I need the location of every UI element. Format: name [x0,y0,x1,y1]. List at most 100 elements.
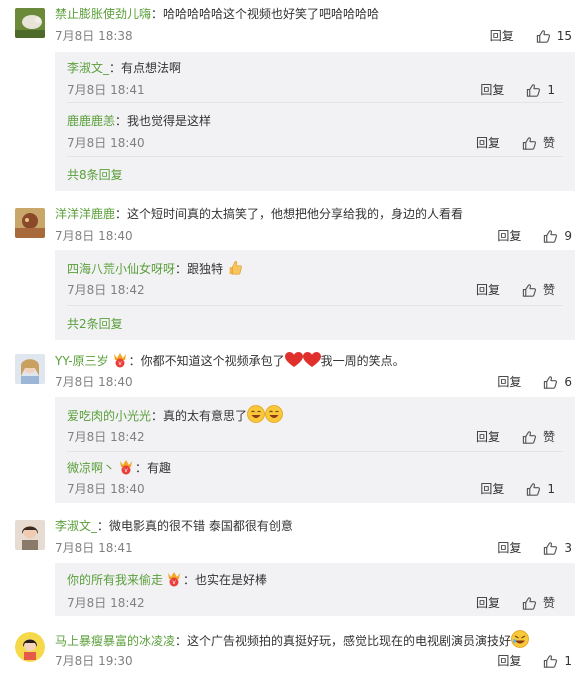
rolling-laugh-emoji-icon [511,630,529,648]
thumb-up-icon [522,136,537,151]
reply-button[interactable]: 回复 [480,481,504,497]
thumb-up-icon [543,541,558,556]
like-count: 1 [564,654,572,668]
reply-button[interactable]: 回复 [497,653,521,669]
thumb-up-icon [543,229,558,244]
thumb-up-icon [526,482,541,497]
comment-time: 7月8日 19:30 [55,654,133,668]
reply-box: 四海八荒小仙女呀呀：跟独特 7月8日 18:42 回复 赞 共2条回复 [55,250,575,340]
reply-button[interactable]: 回复 [476,135,500,151]
comment-text: 李淑文_：微电影真的很不错 泰国都很有创意 [55,519,293,533]
reply-text: ：也实在是好棒 [183,573,268,587]
reply-text: ：真的太有意思了 [151,409,248,423]
like-button[interactable]: 1 [526,82,555,98]
reply-box: 李淑文_：有点想法啊 7月8日 18:41 回复 1 鹿鹿鹿恙：我也觉得是这样 … [55,52,575,191]
reply-time: 7月8日 18:41 [67,83,145,97]
thumb-up-icon [522,430,537,445]
reply-username[interactable]: 李淑文_ [67,61,109,75]
reply-button[interactable]: 回复 [490,28,514,44]
laughing-emoji-icon [247,405,265,423]
comment-username[interactable]: 马上暴瘦暴富的冰凌凌 [55,634,175,648]
thumb-up-icon [526,83,541,98]
reply-button[interactable]: 回复 [476,282,500,298]
like-button[interactable]: 赞 [522,135,555,151]
like-button[interactable]: 1 [543,653,572,669]
vip-badge-icon [111,352,129,368]
reply-button[interactable]: 回复 [476,429,500,445]
reply-text: ：我也觉得是这样 [115,114,212,128]
like-button[interactable]: 3 [543,540,572,556]
reply-time: 7月8日 18:42 [67,430,145,444]
reply-time: 7月8日 18:42 [67,596,145,610]
reply-time: 7月8日 18:42 [67,283,145,297]
reply-button[interactable]: 回复 [480,82,504,98]
reply-text: ：有趣 [135,461,172,475]
comment-username[interactable]: YY-原三岁 [55,354,109,368]
view-more-replies-link[interactable]: 共8条回复 [67,167,123,183]
reply-time: 7月8日 18:40 [67,482,145,496]
like-count: 6 [564,375,572,389]
reply-button[interactable]: 回复 [476,595,500,611]
view-more-replies-link[interactable]: 共2条回复 [67,316,123,332]
comment-time: 7月8日 18:40 [55,229,133,243]
reply-time: 7月8日 18:40 [67,136,145,150]
comment-username[interactable]: 洋洋洋鹿鹿 [55,207,115,221]
like-count: 赞 [542,283,555,297]
thumb-up-icon [543,375,558,390]
like-count: 赞 [542,136,555,150]
comment-text: 洋洋洋鹿鹿：这个短时间真的太搞笑了，他想把他分享给我的，身边的人看看 [55,207,464,221]
like-count: 15 [556,29,572,43]
avatar[interactable] [15,354,45,384]
reply-box: 爱吃肉的小光光：真的太有意思了 7月8日 18:42 回复 赞 微凉啊丶 ：有趣 … [55,397,575,503]
reply-text: ：有点想法啊 [109,61,182,75]
thumbs-up-emoji-icon [227,260,243,276]
divider [67,156,563,157]
like-button[interactable]: 6 [543,374,572,390]
reply-username[interactable]: 你的所有我来偷走 [67,573,163,587]
comment-text: 禁止膨胀使劲儿嗨：哈哈哈哈哈这个视频也好笑了吧哈哈哈哈 [55,7,380,21]
divider [67,451,563,452]
reply-username[interactable]: 微凉啊丶 [67,461,115,475]
reply-button[interactable]: 回复 [497,228,521,244]
reply-text: ：跟独特 [175,262,224,276]
comment-time: 7月8日 18:40 [55,375,133,389]
reply-box: 你的所有我来偷走 ：也实在是好棒 7月8日 18:42 回复 赞 [55,563,575,616]
like-button[interactable]: 15 [536,28,572,44]
like-count: 赞 [542,430,555,444]
comment-username[interactable]: 禁止膨胀使劲儿嗨 [55,7,151,21]
like-count: 3 [564,541,572,555]
divider [67,305,563,306]
reply-username[interactable]: 鹿鹿鹿恙 [67,114,115,128]
heart-icon [285,352,303,368]
reply-button[interactable]: 回复 [497,540,521,556]
like-count: 1 [547,83,555,97]
avatar[interactable] [15,8,45,38]
laughing-emoji-icon [265,405,283,423]
like-count: 赞 [542,596,555,610]
like-button[interactable]: 赞 [522,282,555,298]
vip-badge-icon [165,571,183,587]
thumb-up-icon [522,596,537,611]
reply-button[interactable]: 回复 [497,374,521,390]
thumb-up-icon [522,283,537,298]
thumb-up-icon [543,654,558,669]
comment-time: 7月8日 18:41 [55,541,133,555]
heart-icon [303,352,321,368]
like-button[interactable]: 1 [526,481,555,497]
reply-username[interactable]: 四海八荒小仙女呀呀 [67,262,175,276]
thumb-up-icon [536,29,551,44]
like-count: 1 [547,482,555,496]
avatar[interactable] [15,632,45,662]
vip-badge-icon [117,459,135,475]
comment-text: YY-原三岁 ：你都不知道这个视频承包了 我一周的笑点。 [55,352,405,368]
comment-username[interactable]: 李淑文_ [55,519,97,533]
divider [67,102,563,103]
like-button[interactable]: 赞 [522,595,555,611]
comment-time: 7月8日 18:38 [55,29,133,43]
like-button[interactable]: 赞 [522,429,555,445]
reply-username[interactable]: 爱吃肉的小光光 [67,409,151,423]
like-button[interactable]: 9 [543,228,572,244]
avatar[interactable] [15,520,45,550]
avatar[interactable] [15,208,45,238]
comment-text: 马上暴瘦暴富的冰凌凌：这个广告视频拍的真挺好玩，感觉比现在的电视剧演员演技好 [55,630,529,649]
